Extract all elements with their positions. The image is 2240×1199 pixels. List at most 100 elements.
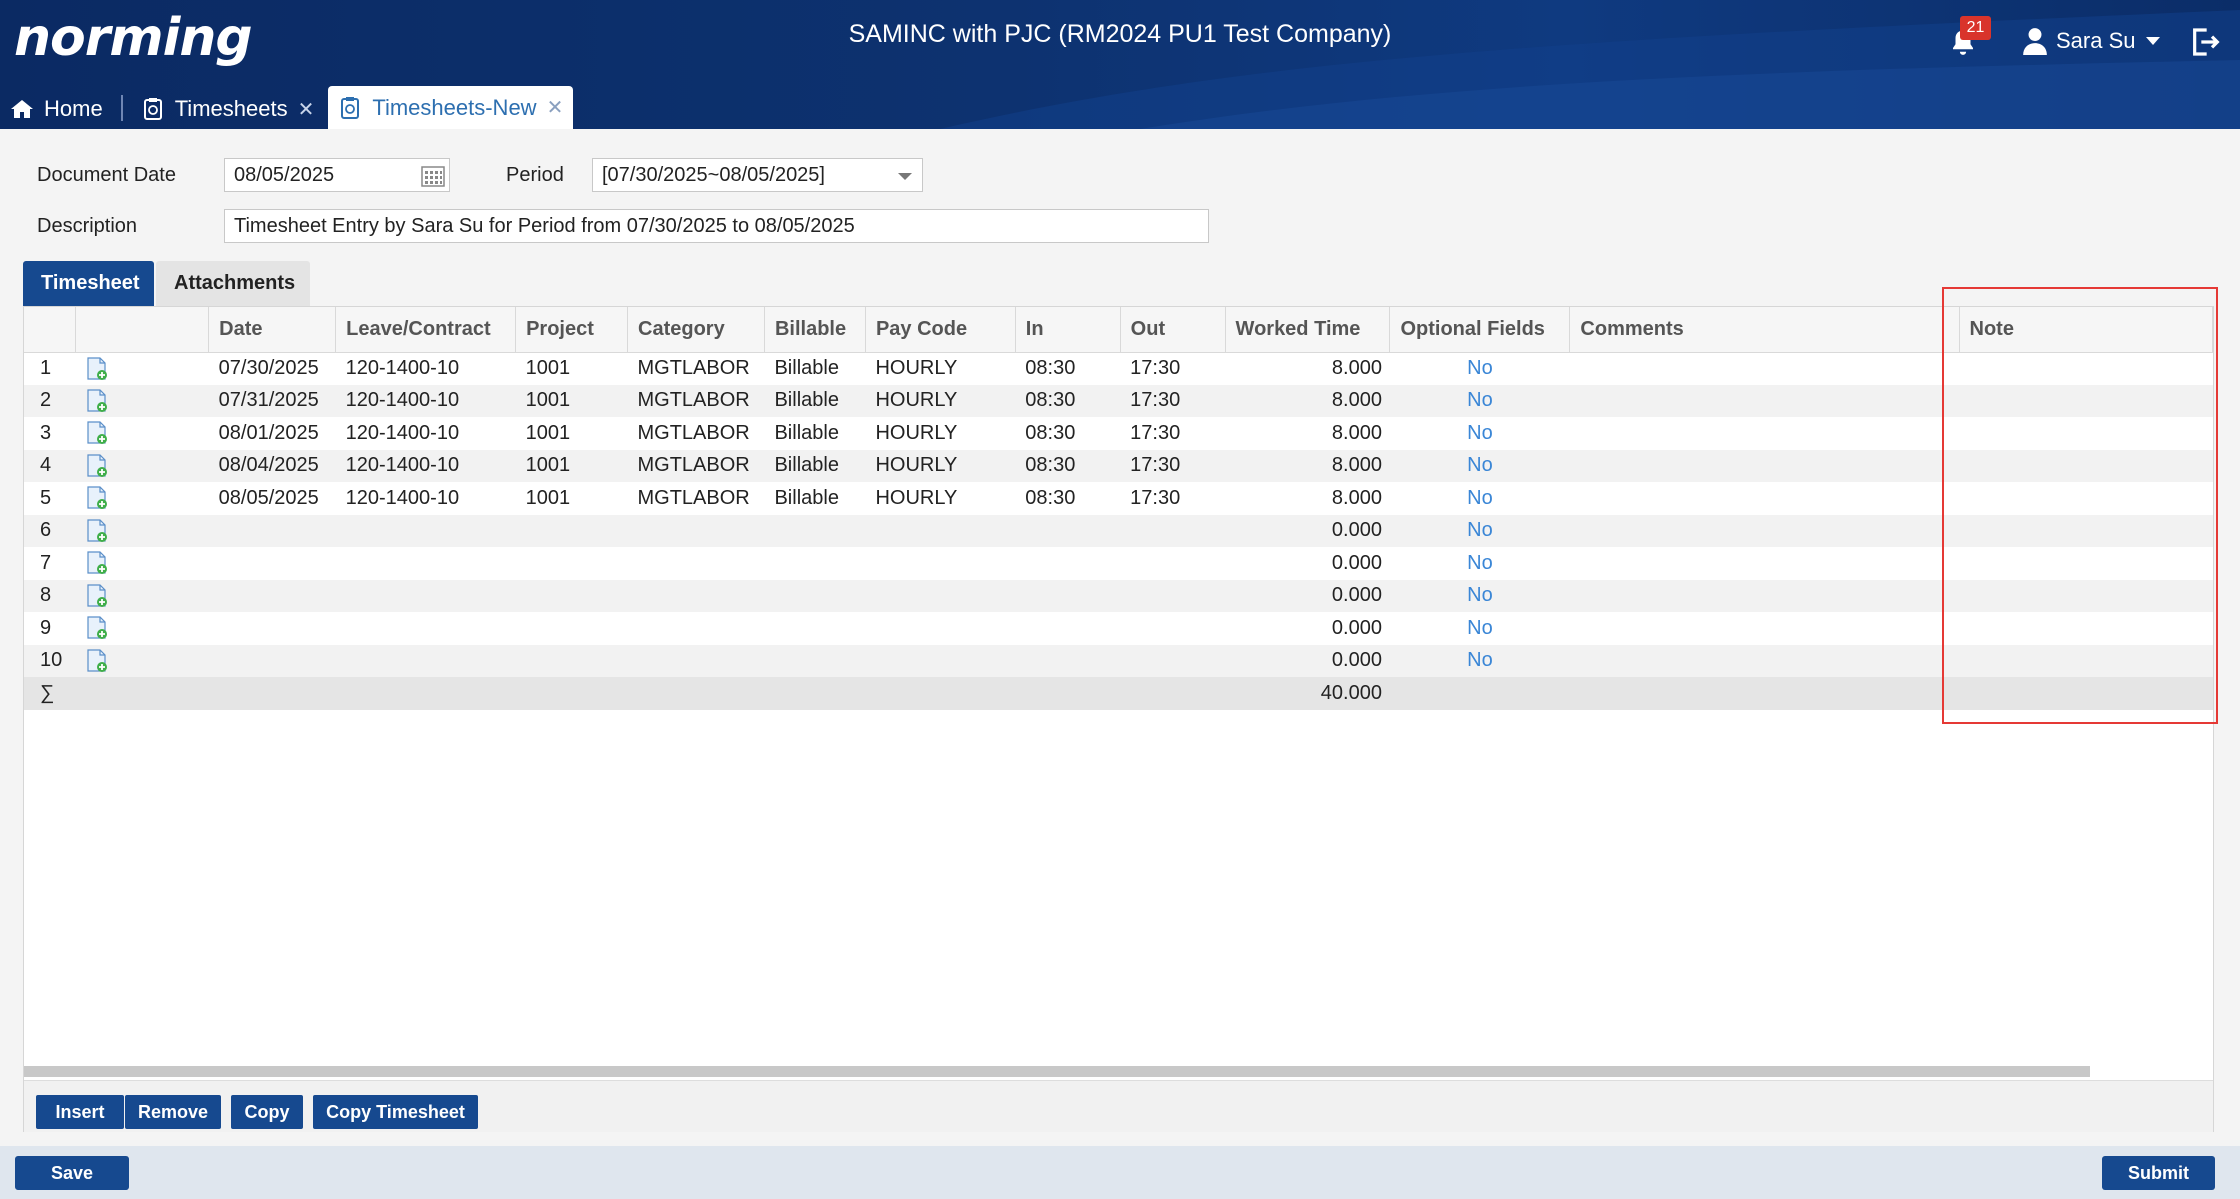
cell-date[interactable] [208,579,336,612]
document-add-icon[interactable] [86,584,199,608]
cell-optional-fields[interactable]: No [1389,644,1570,677]
close-icon[interactable]: ✕ [547,95,564,120]
row-detail-cell[interactable] [76,482,209,515]
cell-optional-fields[interactable]: No [1389,514,1570,547]
save-button[interactable]: Save [15,1156,129,1190]
cell-optional-fields[interactable]: No [1390,352,1570,385]
cell-out[interactable] [1120,579,1226,612]
cell-date[interactable] [209,612,336,645]
cell-project[interactable] [515,644,628,677]
cell-optional-fields[interactable]: No [1389,449,1570,482]
cell-optional-fields[interactable]: No [1390,482,1570,515]
cell-billable[interactable] [764,514,866,547]
cell-project[interactable] [515,579,628,612]
cell-in[interactable] [1015,547,1120,580]
cell-pay-code[interactable] [865,514,1016,547]
table-row[interactable]: 10 0.000 No [24,644,2213,677]
cell-billable[interactable]: Billable [764,482,865,515]
cell-leave-contract[interactable]: 120-1400-10 [336,417,516,450]
table-row[interactable]: 4 08/04/2025 120-1400-10 1001 MGTLABOR Billab… [24,449,2213,482]
cell-in[interactable] [1015,612,1120,645]
cell-optional-fields[interactable]: No [1390,417,1570,450]
cell-worked-time[interactable]: 0.000 [1225,547,1390,580]
cell-leave-contract[interactable]: 120-1400-10 [335,449,516,482]
document-add-icon[interactable] [86,551,199,575]
table-row[interactable]: 8 0.000 No [24,579,2213,612]
copy-button[interactable]: Copy [231,1095,303,1129]
cell-worked-time[interactable]: 0.000 [1225,612,1390,645]
tab-home[interactable]: Home [0,89,113,129]
cell-note[interactable] [1959,644,2213,677]
document-add-icon[interactable] [86,486,199,510]
cell-billable[interactable] [764,579,866,612]
cell-worked-time[interactable]: 8.000 [1225,482,1390,515]
document-add-icon[interactable] [86,649,199,673]
cell-note[interactable] [1959,514,2213,547]
cell-project[interactable] [515,514,628,547]
table-row[interactable]: 6 0.000 No [24,514,2213,547]
cell-date[interactable]: 08/05/2025 [209,482,336,515]
document-add-icon[interactable] [86,454,199,478]
document-add-icon[interactable] [86,356,199,381]
cell-note[interactable] [1959,612,2212,645]
cell-out[interactable]: 17:30 [1120,449,1226,482]
insert-button[interactable]: Insert [36,1095,124,1129]
tab-attachments[interactable]: Attachments [156,261,310,306]
cell-out[interactable]: 17:30 [1120,352,1225,385]
column-header-billable[interactable]: Billable [764,307,866,353]
cell-in[interactable]: 08:30 [1015,482,1120,515]
tab-timesheets[interactable]: Timesheets ✕ [131,89,325,129]
cell-leave-contract[interactable]: 120-1400-10 [336,352,516,385]
cell-pay-code[interactable]: HOURLY [865,482,1015,515]
cell-date[interactable]: 08/01/2025 [209,417,336,450]
cell-note[interactable] [1959,449,2213,482]
cell-billable[interactable]: Billable [764,449,866,482]
cell-worked-time[interactable]: 8.000 [1225,352,1390,385]
cell-note[interactable] [1959,482,2212,515]
cell-note[interactable] [1959,352,2212,385]
cell-comments[interactable] [1570,417,1959,450]
cell-optional-fields[interactable]: No [1390,547,1570,580]
row-detail-cell[interactable] [76,547,209,580]
column-header-optional-fields[interactable]: Optional Fields [1389,307,1571,353]
cell-category[interactable] [627,644,765,677]
cell-comments[interactable] [1570,547,1959,580]
cell-project[interactable] [516,612,628,645]
row-detail-cell[interactable] [75,384,209,417]
cell-pay-code[interactable] [865,644,1016,677]
cell-billable[interactable]: Billable [764,384,866,417]
cell-category[interactable]: MGTLABOR [628,482,765,515]
cell-out[interactable]: 17:30 [1120,482,1225,515]
cell-in[interactable] [1015,514,1121,547]
user-menu[interactable]: Sara Su [2022,26,2160,56]
column-header-out[interactable]: Out [1120,307,1226,353]
column-header-category[interactable]: Category [627,307,765,353]
cell-worked-time[interactable]: 8.000 [1225,417,1390,450]
document-add-icon[interactable] [86,389,199,413]
cell-note[interactable] [1959,384,2213,417]
cell-pay-code[interactable]: HOURLY [865,449,1016,482]
cell-comments[interactable] [1569,384,1960,417]
cell-leave-contract[interactable] [336,547,516,580]
row-detail-cell[interactable] [75,644,209,677]
calendar-icon[interactable] [421,165,445,187]
row-detail-cell[interactable] [76,352,209,385]
cell-pay-code[interactable] [865,579,1016,612]
logout-icon[interactable] [2188,26,2220,58]
cell-leave-contract[interactable] [335,514,516,547]
cell-note[interactable] [1959,547,2212,580]
cell-project[interactable]: 1001 [515,384,628,417]
cell-out[interactable] [1120,547,1225,580]
cell-out[interactable] [1120,514,1226,547]
cell-category[interactable] [627,514,765,547]
column-header-in[interactable]: In [1015,307,1121,353]
cell-leave-contract[interactable] [336,612,516,645]
column-header-date[interactable]: Date [208,307,337,353]
cell-in[interactable] [1015,644,1121,677]
row-detail-cell[interactable] [75,449,209,482]
cell-date[interactable]: 07/31/2025 [208,384,336,417]
cell-optional-fields[interactable]: No [1389,579,1570,612]
cell-out[interactable]: 17:30 [1120,384,1226,417]
cell-billable[interactable] [764,644,866,677]
cell-worked-time[interactable]: 0.000 [1225,579,1390,612]
